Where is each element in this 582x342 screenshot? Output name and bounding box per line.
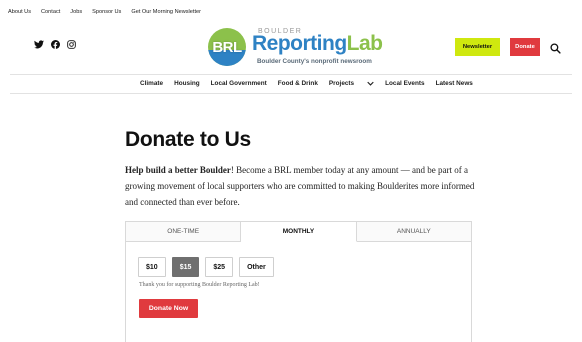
chevron-down-icon — [367, 81, 374, 86]
nav-latest-news[interactable]: Latest News — [436, 80, 473, 87]
tab-monthly[interactable]: MONTHLY — [241, 222, 357, 242]
nav-projects-label: Projects — [328, 80, 355, 87]
amount-options: $10 $15 $25 Other — [138, 257, 274, 277]
search-icon[interactable] — [550, 41, 561, 59]
nav-link-sponsor-us[interactable]: Sponsor Us — [92, 9, 121, 15]
intro-bold: Help build a better Boulder — [125, 165, 231, 175]
logo-name-part2: Lab — [346, 32, 383, 55]
twitter-icon[interactable] — [34, 40, 44, 49]
brl-logo-mark: BRL — [208, 28, 246, 66]
nav-climate[interactable]: Climate — [140, 80, 163, 87]
amount-button-other[interactable]: Other — [239, 257, 274, 277]
logo-name-part1: Reporting — [252, 32, 347, 55]
logo-name: ReportingLab — [252, 32, 383, 56]
header-donate-button[interactable]: Donate — [510, 38, 540, 56]
nav-local-events[interactable]: Local Events — [385, 80, 424, 87]
facebook-icon[interactable] — [51, 40, 60, 49]
intro-paragraph: Help build a better Boulder! Become a BR… — [125, 162, 475, 210]
social-links — [34, 40, 76, 49]
amount-button-10[interactable]: $10 — [138, 257, 166, 277]
donation-form: ONE-TIME MONTHLY ANNUALLY $10 $15 $25 Ot… — [125, 221, 472, 342]
instagram-icon[interactable] — [67, 40, 76, 49]
nav-projects[interactable]: Projects — [329, 80, 374, 87]
amount-button-15[interactable]: $15 — [171, 257, 200, 277]
logo-tagline: Boulder County's nonprofit newsroom — [257, 58, 372, 65]
amount-button-25[interactable]: $25 — [205, 257, 234, 277]
frequency-tabs: ONE-TIME MONTHLY ANNUALLY — [126, 222, 471, 242]
nav-food-drink[interactable]: Food & Drink — [278, 80, 318, 87]
main-nav: Climate Housing Local Government Food & … — [140, 80, 484, 87]
nav-link-contact[interactable]: Contact — [41, 9, 60, 15]
logo-mark-text: BRL — [212, 38, 242, 56]
thank-you-text: Thank you for supporting Boulder Reporti… — [139, 282, 260, 288]
newsletter-button[interactable]: Newsletter — [455, 38, 500, 56]
nav-local-government[interactable]: Local Government — [211, 80, 267, 87]
nav-link-newsletter[interactable]: Get Our Morning Newsletter — [131, 9, 201, 15]
tab-one-time[interactable]: ONE-TIME — [126, 222, 242, 241]
page-title: Donate to Us — [125, 128, 251, 151]
nav-divider — [10, 93, 572, 94]
donate-now-button[interactable]: Donate Now — [139, 299, 198, 318]
nav-link-jobs[interactable]: Jobs — [70, 9, 82, 15]
header-divider — [10, 74, 572, 75]
tab-annually[interactable]: ANNUALLY — [356, 222, 471, 241]
site-logo[interactable]: BRL BOULDER ReportingLab Boulder County'… — [208, 26, 388, 66]
top-utility-nav: About Us Contact Jobs Sponsor Us Get Our… — [8, 9, 211, 15]
nav-housing[interactable]: Housing — [174, 80, 200, 87]
nav-link-about-us[interactable]: About Us — [8, 9, 31, 15]
